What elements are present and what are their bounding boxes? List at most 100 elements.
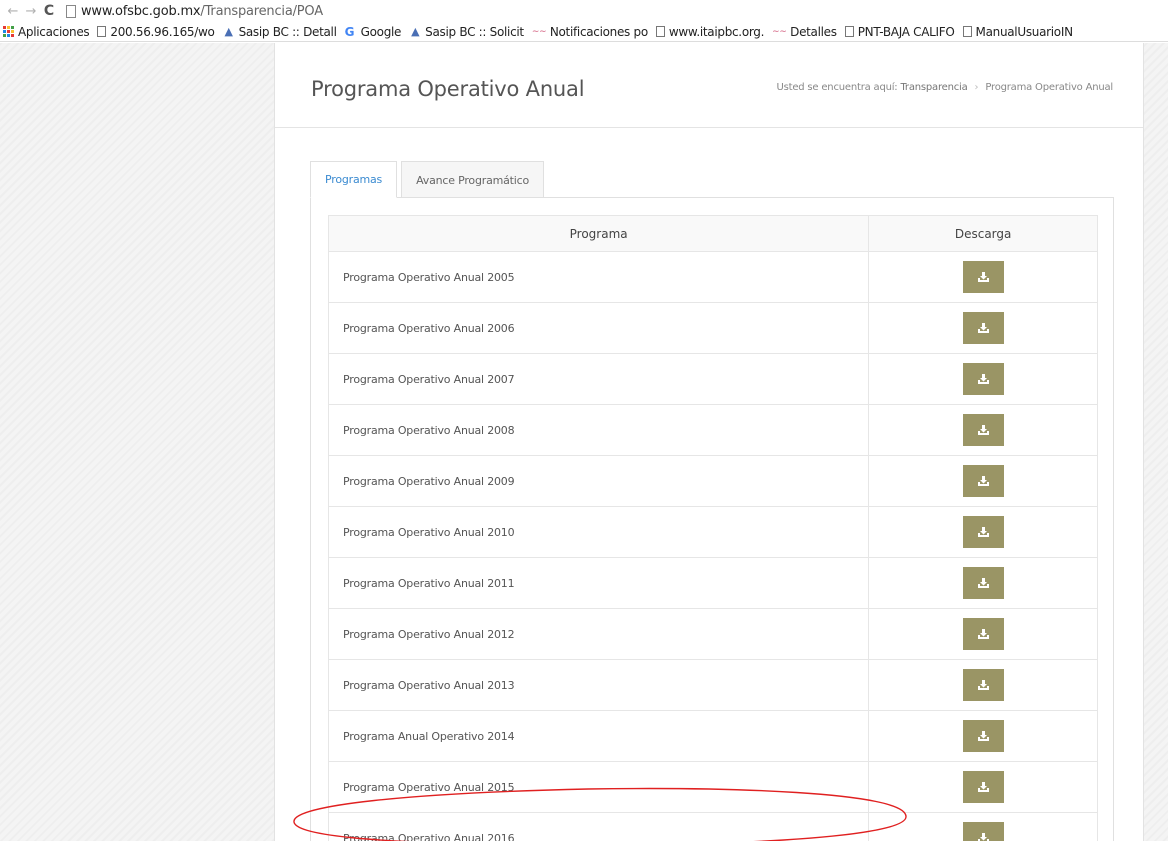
download-button[interactable] <box>962 363 1004 395</box>
apps-icon <box>3 26 14 37</box>
table-row: Programa Operativo Anual 2005 <box>327 251 1098 303</box>
bookmark-item[interactable]: PNT-BAJA CALIFO <box>844 24 955 39</box>
download-icon <box>977 833 989 841</box>
notification-icon: ∼∼ <box>531 26 547 37</box>
table-row: Programa Operativo Anual 2016 <box>327 812 1098 841</box>
page-icon <box>962 26 972 37</box>
forward-icon[interactable]: → <box>22 2 40 20</box>
program-name: Programa Operativo Anual 2010 <box>327 506 870 558</box>
program-name: Programa Operativo Anual 2015 <box>327 761 870 813</box>
download-button[interactable] <box>962 822 1004 841</box>
table-row: Programa Operativo Anual 2006 <box>327 302 1098 354</box>
table-row: Programa Operativo Anual 2012 <box>327 608 1098 660</box>
back-icon[interactable]: ← <box>4 2 22 20</box>
download-icon <box>977 578 989 588</box>
table-row: Programa Operativo Anual 2011 <box>327 557 1098 609</box>
table-header-row: Programa Descarga <box>327 215 1098 252</box>
bookmark-google[interactable]: G Google <box>345 25 402 39</box>
notification-icon: ∼∼ <box>772 26 787 37</box>
column-header-programa: Programa <box>327 215 870 252</box>
bookmark-label: www.itaipbc.org. <box>668 24 765 39</box>
page-icon <box>66 4 76 18</box>
bookmark-label: Sasip BC :: Solicit <box>425 24 524 39</box>
download-button[interactable] <box>962 465 1004 497</box>
column-header-descarga: Descarga <box>868 215 1098 252</box>
breadcrumb-separator: › <box>974 82 979 93</box>
bookmark-item[interactable]: www.itaipbc.org. <box>655 24 765 39</box>
tab-programas[interactable]: Programas <box>310 161 398 198</box>
bookmark-item[interactable]: ▲ Sasip BC :: Solicit <box>409 25 524 39</box>
download-icon <box>977 476 989 486</box>
bookmark-item[interactable]: ∼∼ Notificaciones po <box>532 25 648 39</box>
download-button[interactable] <box>962 414 1004 446</box>
download-icon <box>977 425 989 435</box>
download-button[interactable] <box>962 261 1004 293</box>
bookmark-label: 200.56.96.165/wo <box>110 24 215 39</box>
download-cell <box>868 812 1098 841</box>
program-name: Programa Operativo Anual 2007 <box>327 353 870 405</box>
download-cell <box>868 353 1098 405</box>
page-icon <box>97 26 107 37</box>
tab-avance-programatico[interactable]: Avance Programático <box>401 161 545 198</box>
bookmark-item[interactable]: ∼∼ Detalles <box>772 25 837 39</box>
bookmark-label: PNT-BAJA CALIFO <box>857 24 955 39</box>
google-icon: G <box>344 24 355 39</box>
download-cell <box>868 455 1098 507</box>
download-cell <box>868 251 1098 303</box>
download-button[interactable] <box>962 618 1004 650</box>
table-row: Programa Operativo Anual 2015 <box>327 761 1098 813</box>
download-cell <box>868 710 1098 762</box>
download-icon <box>977 629 989 639</box>
programs-table: Programa Descarga Programa Operativo Anu… <box>327 215 1098 841</box>
download-cell <box>868 404 1098 456</box>
breadcrumb-transparencia[interactable]: Transparencia <box>900 82 967 93</box>
download-cell <box>868 608 1098 660</box>
download-cell <box>868 557 1098 609</box>
address-bar[interactable]: www.ofsbc.gob.mx/Transparencia/POA <box>81 4 323 19</box>
sasip-icon: ▲ <box>411 24 420 38</box>
bookmark-item[interactable]: ManualUsuarioIN <box>962 24 1074 39</box>
breadcrumb-current: Programa Operativo Anual <box>985 82 1113 93</box>
table-row: Programa Operativo Anual 2009 <box>327 455 1098 507</box>
bookmark-label: Sasip BC :: Detall <box>238 24 337 39</box>
download-icon <box>977 527 989 537</box>
download-button[interactable] <box>962 669 1004 701</box>
program-name: Programa Operativo Anual 2006 <box>327 302 870 354</box>
url-host: www.ofsbc.gob.mx <box>81 3 201 19</box>
download-button[interactable] <box>962 516 1004 548</box>
download-cell <box>868 659 1098 711</box>
reload-icon[interactable]: C <box>40 2 58 20</box>
breadcrumb: Usted se encuentra aquí: Transparencia ›… <box>776 82 1113 93</box>
page-title: Programa Operativo Anual <box>311 77 585 101</box>
tab-bar: Programas Avance Programático <box>310 161 548 198</box>
download-button[interactable] <box>962 771 1004 803</box>
bookmark-label: Notificaciones po <box>549 24 648 39</box>
download-icon <box>977 680 989 690</box>
bookmark-label: Detalles <box>790 24 837 39</box>
download-button[interactable] <box>962 567 1004 599</box>
main-content: Programa Operativo Anual Usted se encuen… <box>274 43 1144 841</box>
download-cell <box>868 302 1098 354</box>
table-row: Programa Operativo Anual 2010 <box>327 506 1098 558</box>
program-name: Programa Operativo Anual 2005 <box>327 251 870 303</box>
download-cell <box>868 761 1098 813</box>
bookmark-apps[interactable]: Aplicaciones <box>0 24 90 39</box>
bookmark-label: ManualUsuarioIN <box>975 24 1074 39</box>
bookmark-item[interactable]: 200.56.96.165/wo <box>97 24 215 39</box>
tab-panel: Programa Descarga Programa Operativo Anu… <box>310 197 1114 841</box>
download-button[interactable] <box>962 720 1004 752</box>
program-name: Programa Operativo Anual 2012 <box>327 608 870 660</box>
program-name: Programa Operativo Anual 2009 <box>327 455 870 507</box>
download-icon <box>977 323 989 333</box>
bookmarks-bar: Aplicaciones 200.56.96.165/wo ▲ Sasip BC… <box>0 22 1168 42</box>
bookmark-label: Aplicaciones <box>18 24 90 39</box>
bookmark-item[interactable]: ▲ Sasip BC :: Detall <box>223 24 337 39</box>
program-name: Programa Operativo Anual 2013 <box>327 659 870 711</box>
page-header: Programa Operativo Anual Usted se encuen… <box>275 43 1143 128</box>
download-cell <box>868 506 1098 558</box>
table-row: Programa Anual Operativo 2014 <box>327 710 1098 762</box>
download-button[interactable] <box>962 312 1004 344</box>
program-name: Programa Operativo Anual 2011 <box>327 557 870 609</box>
browser-toolbar: ← → C www.ofsbc.gob.mx/Transparencia/POA <box>0 0 1168 22</box>
page-icon <box>844 26 854 37</box>
